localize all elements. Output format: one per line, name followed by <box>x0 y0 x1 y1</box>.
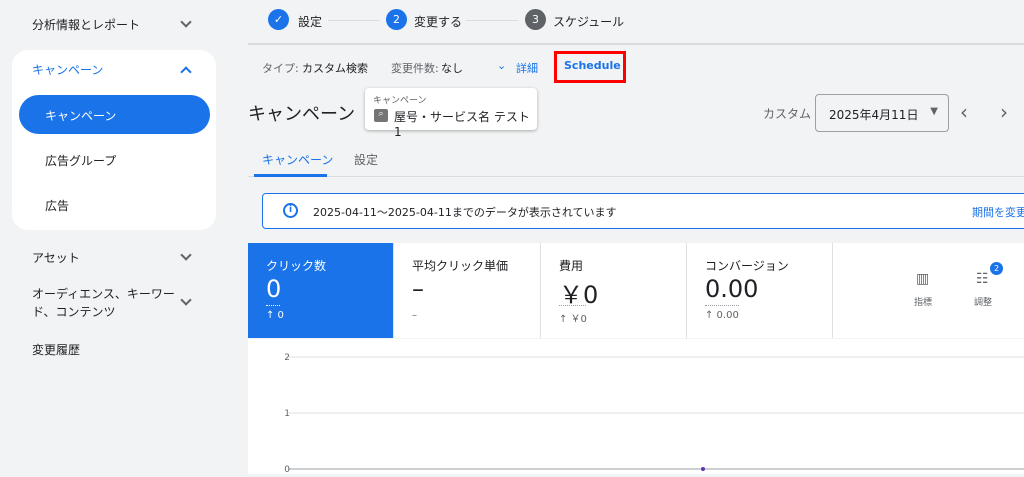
adjust-badge: 2 <box>990 262 1003 275</box>
metric-card-clicks[interactable]: クリック数 0 ↑ 0 <box>248 243 394 338</box>
metric-value: – <box>412 275 424 303</box>
divider <box>248 176 1024 177</box>
next-icon[interactable]: › <box>1000 100 1008 124</box>
adjust-icon[interactable]: ☷ <box>976 271 989 287</box>
metric-card-avg-cpc[interactable]: 平均クリック単価 – – <box>394 243 541 338</box>
banner-text: 2025-04-11〜2025-04-11までのデータが表示されています <box>313 206 617 219</box>
metric-change: – <box>412 310 417 321</box>
divider <box>266 305 280 306</box>
sidebar-item-audiences[interactable]: オーディエンス、キーワード、コンテンツ <box>32 285 177 321</box>
step-label[interactable]: 設定 <box>298 13 322 30</box>
chevron-down-icon[interactable] <box>180 16 192 28</box>
metric-change: ↑ ￥0 <box>559 314 587 325</box>
metric-card-cost[interactable]: 費用 ￥0 ↑ ￥0 <box>541 243 687 338</box>
adjust-button[interactable]: 調整 <box>974 295 992 308</box>
chevron-down-icon[interactable] <box>180 294 192 306</box>
search-icon: ⌕ <box>374 109 388 122</box>
data-point[interactable] <box>701 467 705 471</box>
divider <box>559 305 586 306</box>
check-icon: ✓ <box>268 9 289 30</box>
range-label: カスタム <box>763 107 812 121</box>
sidebar-item-insights[interactable]: 分析情報とレポート <box>32 16 140 33</box>
tab-campaigns[interactable]: キャンペーン <box>262 151 333 168</box>
changes-value: なし <box>441 62 463 75</box>
date-selector[interactable]: 2025年4月11日 ▼ <box>815 94 949 132</box>
step-number: 2 <box>386 9 407 30</box>
prev-icon[interactable]: ‹ <box>960 100 968 124</box>
metric-value: 0.00 <box>705 275 759 303</box>
dropdown-icon: ▼ <box>930 106 938 117</box>
type-value: カスタム検索 <box>302 62 368 75</box>
metric-label: クリック数 <box>266 259 327 273</box>
schedule-link[interactable]: Schedule <box>564 59 621 72</box>
picker-value: 屋号・サービス名 テスト1 <box>394 110 530 139</box>
info-icon: i <box>283 203 298 218</box>
metrics-icon[interactable]: ▥ <box>916 271 929 287</box>
metric-label: 平均クリック単価 <box>412 259 509 273</box>
y-tick-label: 2 <box>284 353 290 363</box>
sidebar-group-campaigns[interactable]: キャンペーン <box>32 61 103 78</box>
sidebar-item-assets[interactable]: アセット <box>32 249 80 266</box>
divider <box>466 20 518 21</box>
divider <box>705 305 739 306</box>
campaign-picker[interactable]: キャンペーン ⌕ 屋号・サービス名 テスト1 <box>365 88 537 139</box>
chart: 2 1 0 <box>248 339 1024 475</box>
step-label[interactable]: スケジュール <box>553 13 624 30</box>
metric-label: コンバージョン <box>705 259 789 273</box>
date-value: 2025年4月11日 <box>829 108 919 122</box>
changes-label: 変更件数: <box>391 62 439 75</box>
metric-label: 費用 <box>559 259 584 273</box>
change-period-link[interactable]: 期間を変更 <box>972 204 1024 220</box>
main: ✓ 設定 2 変更する 3 スケジュール タイプ: カスタム検索 変更件数: な… <box>248 0 1024 475</box>
sidebar-item-campaigns[interactable]: キャンペーン <box>19 95 210 134</box>
chart-svg: 2 1 0 <box>284 353 1024 475</box>
picker-label: キャンペーン <box>373 96 427 106</box>
metrics-button[interactable]: 指標 <box>914 295 932 308</box>
stepper: ✓ 設定 2 変更する 3 スケジュール <box>248 0 1024 45</box>
sidebar-item-adgroups[interactable]: 広告グループ <box>45 152 116 169</box>
tab-settings[interactable]: 設定 <box>354 151 378 168</box>
metric-change: ↑ 0 <box>266 310 284 321</box>
sidebar-item-ads[interactable]: 広告 <box>45 197 69 214</box>
chevron-down-icon[interactable] <box>180 249 192 261</box>
tab-indicator <box>254 174 327 177</box>
step-number: 3 <box>525 9 546 30</box>
metric-change: ↑ 0.00 <box>705 310 739 321</box>
metric-card-conversions[interactable]: コンバージョン 0.00 ↑ 0.00 <box>687 243 833 338</box>
type-label: タイプ: <box>262 62 299 75</box>
sidebar: 分析情報とレポート キャンペーン キャンペーン 広告グループ 広告 アセット オ… <box>0 0 248 474</box>
page-title: キャンペーン <box>248 104 356 125</box>
step-label[interactable]: 変更する <box>414 13 462 30</box>
divider <box>328 20 380 21</box>
y-tick-label: 0 <box>284 465 290 474</box>
details-link[interactable]: 詳細 <box>516 60 538 76</box>
chart-tools: ▥ 指標 ☷ 2 調整 <box>833 243 1024 338</box>
metric-value: 0 <box>266 275 282 303</box>
y-tick-label: 1 <box>284 409 290 419</box>
sidebar-item-change-history[interactable]: 変更履歴 <box>32 341 80 358</box>
info-banner: i 2025-04-11〜2025-04-11までのデータが表示されています 期… <box>262 193 1024 229</box>
chevron-down-icon[interactable]: ⌄ <box>497 59 506 72</box>
